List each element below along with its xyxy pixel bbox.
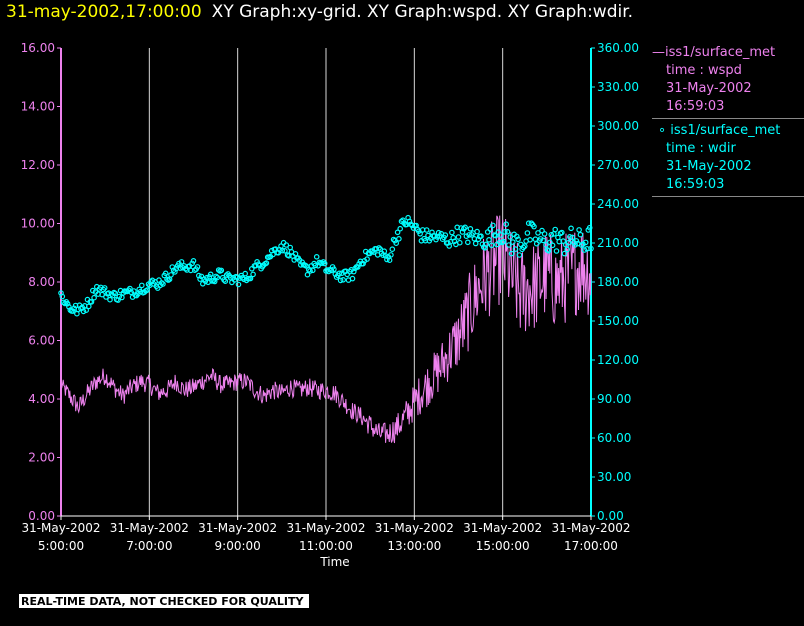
x-tick-date: 31-May-2002: [198, 521, 277, 535]
x-tick-date: 31-May-2002: [375, 521, 454, 535]
left-tick-label: 4.00: [28, 392, 55, 406]
series-wdir-point: [524, 230, 531, 236]
series-wdir-point: [235, 281, 242, 288]
right-tick-label: 210.00: [597, 236, 639, 250]
x-tick-date: 31-May-2002: [110, 521, 189, 535]
legend: —iss1/surface_met time : wspd 31-May-200…: [652, 44, 804, 200]
series-wdir-point: [456, 239, 463, 246]
series-wdir-point: [389, 246, 396, 253]
series-wdir-point: [397, 225, 404, 232]
series-wdir-point: [250, 271, 256, 278]
x-tick-time: 15:00:00: [476, 539, 530, 553]
series-wdir-point: [242, 270, 249, 277]
legend-wdir-time: 16:59:03: [666, 177, 725, 192]
right-tick-label: 150.00: [597, 314, 639, 328]
left-tick-label: 14.00: [21, 100, 55, 114]
right-tick-label: 240.00: [597, 197, 639, 211]
series-wdir-point: [464, 239, 471, 246]
series-wdir-point: [107, 296, 113, 303]
right-tick-label: 90.00: [597, 392, 631, 406]
series-wdir-point: [313, 253, 320, 260]
left-tick-label: 12.00: [21, 158, 55, 172]
x-tick-time: 5:00:00: [38, 539, 84, 553]
left-tick-label: 10.00: [21, 217, 55, 231]
x-tick-time: 7:00:00: [126, 539, 172, 553]
x-tick-time: 17:00:00: [564, 539, 618, 553]
series-wdir-point: [396, 236, 402, 242]
right-tick-label: 360.00: [597, 41, 639, 55]
left-tick-label: 2.00: [28, 451, 55, 465]
right-tick-label: 270.00: [597, 158, 639, 172]
series-wdir-point: [349, 275, 356, 282]
series-wdir-point: [200, 280, 206, 287]
series-wdir-point: [467, 226, 474, 232]
legend-divider: [652, 196, 804, 197]
x-tick-date: 31-May-2002: [286, 521, 365, 535]
series-wdir-point: [576, 227, 582, 233]
legend-wdir-swatch: ∘: [658, 123, 671, 138]
series-wdir-point: [449, 229, 455, 236]
series-wdir-point: [553, 248, 560, 254]
x-tick-date: 31-May-2002: [463, 521, 542, 535]
series-wdir-point: [577, 231, 584, 238]
legend-wdir-name: iss1/surface_met: [670, 123, 781, 138]
legend-wdir: ∘ iss1/surface_met time : wdir 31-May-20…: [652, 122, 804, 194]
right-tick-label: 120.00: [597, 353, 639, 367]
right-tick-label: 30.00: [597, 470, 631, 484]
legend-wspd-date: 31-May-2002: [666, 81, 752, 96]
right-tick-label: 330.00: [597, 80, 639, 94]
series-wdir-point: [474, 228, 480, 235]
right-tick-label: 60.00: [597, 431, 631, 445]
series-wdir-point: [91, 294, 97, 301]
x-tick-time: 9:00:00: [215, 539, 261, 553]
series-wdir-point: [139, 282, 145, 289]
series-wdir-point: [472, 240, 479, 247]
x-tick-time: 13:00:00: [387, 539, 441, 553]
legend-wspd-field: time : wspd: [666, 63, 742, 78]
x-tick-time: 11:00:00: [299, 539, 353, 553]
quality-notice: REAL-TIME DATA, NOT CHECKED FOR QUALITY: [19, 594, 310, 608]
series-wdir-point: [455, 234, 462, 240]
legend-divider: [652, 118, 804, 119]
legend-wspd-swatch: —: [652, 45, 665, 60]
x-tick-date: 31-May-2002: [551, 521, 630, 535]
legend-wspd: —iss1/surface_met time : wspd 31-May-200…: [652, 44, 804, 116]
left-tick-label: 16.00: [21, 41, 55, 55]
series-wdir-point: [541, 231, 548, 237]
left-tick-label: 6.00: [28, 334, 55, 348]
x-axis-label: Time: [319, 555, 349, 569]
series-wdir-point: [552, 226, 559, 233]
legend-wspd-time: 16:59:03: [666, 99, 725, 114]
left-tick-label: 8.00: [28, 275, 55, 289]
legend-wspd-name: iss1/surface_met: [665, 45, 776, 60]
legend-wdir-date: 31-May-2002: [666, 159, 752, 174]
series-wdir-point: [568, 225, 574, 232]
right-tick-label: 300.00: [597, 119, 639, 133]
x-tick-date: 31-May-2002: [21, 521, 100, 535]
right-tick-label: 180.00: [597, 275, 639, 289]
legend-wdir-field: time : wdir: [666, 141, 736, 156]
series-wdir-point: [486, 237, 492, 243]
